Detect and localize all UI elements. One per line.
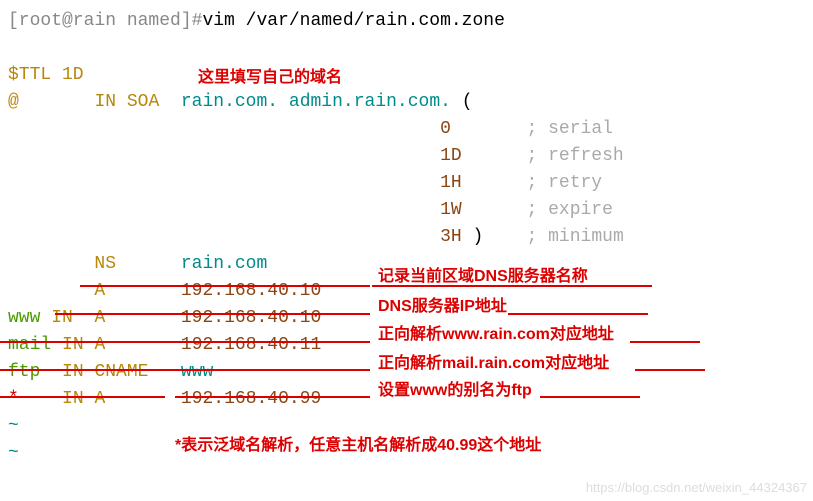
mail-host: mail [8,335,51,355]
a-kw: A [94,281,105,301]
tilde-2: ~ [8,443,19,463]
annotation-mail: 正向解析mail.rain.com对应地址 [378,352,609,376]
soa-admin: admin.rain.com. [289,92,451,112]
minimum-val: 3H [440,227,462,247]
www-ip: 192.168.40.10 [181,308,321,328]
in-kw5: IN [62,389,84,409]
command-text: vim /var/named/rain.com.zone [202,11,504,31]
underline-ftp [0,396,165,398]
underline-mail2 [635,369,705,371]
underline-www2 [630,341,700,343]
annotation-wildcard: *表示泛域名解析，任意主机名解析成40.99这个地址 [175,434,541,458]
annotation-ftp: 设置www的别名为ftp [378,379,532,403]
wildcard-host: * [8,389,19,409]
a-root-ip: 192.168.40.10 [181,281,321,301]
soa-kw: SOA [127,92,159,112]
underline-a [55,313,370,315]
watermark: https://blog.csdn.net/weixin_44324367 [586,478,807,498]
ftp-host: ftp [8,362,40,382]
ftp-target: www [181,362,213,382]
underline-mail [0,369,370,371]
ns-kw: NS [94,254,116,274]
in-kw4: IN [62,362,84,382]
retry-val: 1H [440,173,462,193]
cname-kw: CNAME [94,362,148,382]
ttl-line: $TTL 1D [8,65,84,85]
underline-ns [80,285,370,287]
origin: @ [8,92,19,112]
www-host: www [8,308,40,328]
minimum-comment: ; minimum [527,227,624,247]
annotation-www: 正向解析www.rain.com对应地址 [378,323,614,347]
expire-comment: ; expire [527,200,613,220]
a-kw2: A [94,308,105,328]
in-kw2: IN [51,308,73,328]
underline-ftp3 [540,396,640,398]
underline-a2 [508,313,648,315]
serial-val: 0 [440,119,451,139]
serial-comment: ; serial [527,119,613,139]
annotation-a-root: DNS服务器IP地址 [378,295,507,319]
underline-www [0,341,370,343]
soa-domain: rain.com. [181,92,278,112]
paren-close: ) [473,227,484,247]
paren-open: ( [462,92,473,112]
refresh-comment: ; refresh [527,146,624,166]
annotation-domain: 这里填写自己的域名 [198,66,342,90]
in-kw: IN [94,92,116,112]
a-kw3: A [94,335,105,355]
underline-ns2 [372,285,652,287]
refresh-val: 1D [440,146,462,166]
in-kw3: IN [62,335,84,355]
shell-prompt: [root@rain named]# [8,11,202,31]
a-kw4: A [94,389,105,409]
underline-ftp2 [175,396,370,398]
ns-value: rain.com [181,254,267,274]
expire-val: 1W [440,200,462,220]
mail-ip: 192.168.40.11 [181,335,321,355]
tilde-1: ~ [8,416,19,436]
wildcard-ip: 192.168.40.99 [181,389,321,409]
retry-comment: ; retry [527,173,603,193]
